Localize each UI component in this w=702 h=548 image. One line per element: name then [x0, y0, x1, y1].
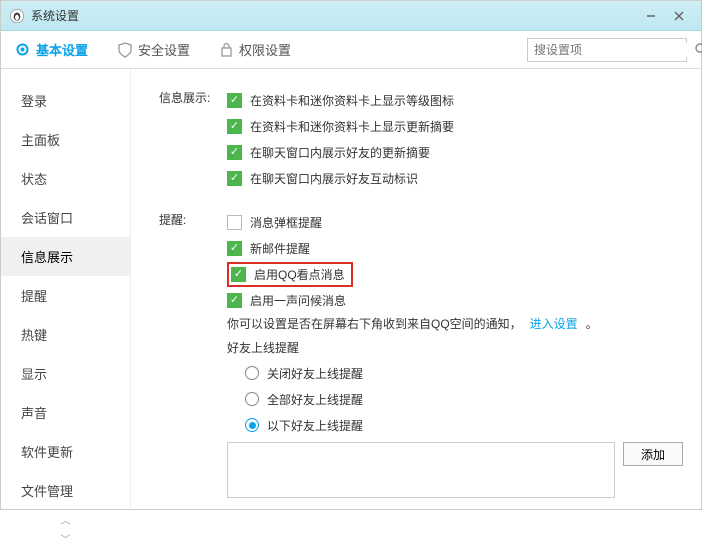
tab-privilege-label: 权限设置 [239, 40, 291, 59]
tab-security-label: 安全设置 [138, 40, 190, 59]
shield-icon [118, 42, 132, 58]
friend-list-box[interactable] [227, 442, 615, 498]
radio-friend-below[interactable] [245, 418, 259, 432]
chk-greet-label: 启用一声问候消息 [250, 292, 346, 309]
chk-kandian-label: 启用QQ看点消息 [254, 266, 345, 283]
tab-security[interactable]: 安全设置 [118, 40, 190, 59]
search-icon[interactable] [695, 43, 702, 56]
section-remind-label: 提醒: [159, 209, 227, 228]
sidebar-item-sound[interactable]: 声音 [1, 393, 130, 432]
radio-friend-off[interactable] [245, 366, 259, 380]
qzone-settings-link[interactable]: 进入设置 [530, 315, 578, 332]
sidebar-item-update[interactable]: 软件更新 [1, 432, 130, 471]
search-input[interactable] [528, 43, 695, 57]
chk-info-3[interactable] [227, 171, 242, 186]
chk-info-1-label: 在资料卡和迷你资料卡上显示更新摘要 [250, 118, 454, 135]
sidebar-scroll-up[interactable]: ︿ [1, 510, 130, 529]
sidebar-item-status[interactable]: 状态 [1, 159, 130, 198]
radio-friend-below-label: 以下好友上线提醒 [267, 417, 363, 434]
tab-basic[interactable]: 基本设置 [15, 40, 88, 59]
content: 信息展示: 在资料卡和迷你资料卡上显示等级图标 在资料卡和迷你资料卡上显示更新摘… [131, 69, 701, 511]
search-box[interactable] [527, 38, 687, 62]
chk-info-1[interactable] [227, 119, 242, 134]
sidebar-item-hotkey[interactable]: 热键 [1, 315, 130, 354]
radio-friend-all[interactable] [245, 392, 259, 406]
chk-kandian[interactable] [231, 267, 246, 282]
chk-mail[interactable] [227, 241, 242, 256]
chk-mail-label: 新邮件提醒 [250, 240, 310, 257]
radio-friend-off-label: 关闭好友上线提醒 [267, 365, 363, 382]
chk-info-0-label: 在资料卡和迷你资料卡上显示等级图标 [250, 92, 454, 109]
add-button[interactable]: 添加 [623, 442, 683, 466]
chk-info-3-label: 在聊天窗口内展示好友互动标识 [250, 170, 418, 187]
sidebar-item-mainpanel[interactable]: 主面板 [1, 120, 130, 159]
chk-info-0[interactable] [227, 93, 242, 108]
close-button[interactable] [665, 6, 693, 26]
radio-friend-all-label: 全部好友上线提醒 [267, 391, 363, 408]
qzone-period: 。 [586, 315, 598, 332]
highlight-kandian: 启用QQ看点消息 [227, 262, 353, 287]
sidebar-item-login[interactable]: 登录 [1, 81, 130, 120]
app-icon [9, 8, 25, 24]
tabbar: 基本设置 安全设置 权限设置 [1, 31, 701, 69]
sidebar-scroll-down[interactable]: ﹀ [1, 529, 130, 548]
window-title: 系统设置 [31, 7, 637, 24]
chk-info-2[interactable] [227, 145, 242, 160]
lock-icon [220, 42, 233, 57]
tab-privilege[interactable]: 权限设置 [220, 40, 291, 59]
sidebar-item-chatwindow[interactable]: 会话窗口 [1, 198, 130, 237]
sidebar-item-infodisplay[interactable]: 信息展示 [1, 237, 130, 276]
section-info-label: 信息展示: [159, 87, 227, 106]
sidebar-item-display[interactable]: 显示 [1, 354, 130, 393]
sidebar-item-filemgmt[interactable]: 文件管理 [1, 471, 130, 510]
titlebar: 系统设置 [1, 1, 701, 31]
friend-online-heading: 好友上线提醒 [227, 334, 683, 360]
chk-info-2-label: 在聊天窗口内展示好友的更新摘要 [250, 144, 430, 161]
tab-basic-label: 基本设置 [36, 40, 88, 59]
qzone-text: 你可以设置是否在屏幕右下角收到来自QQ空间的通知， [227, 315, 522, 332]
chk-popup-label: 消息弹框提醒 [250, 214, 322, 231]
sidebar: 登录 主面板 状态 会话窗口 信息展示 提醒 热键 显示 声音 软件更新 文件管… [1, 69, 131, 511]
minimize-button[interactable] [637, 6, 665, 26]
sidebar-item-remind[interactable]: 提醒 [1, 276, 130, 315]
chk-popup[interactable] [227, 215, 242, 230]
chk-greet[interactable] [227, 293, 242, 308]
gear-icon [15, 42, 30, 57]
